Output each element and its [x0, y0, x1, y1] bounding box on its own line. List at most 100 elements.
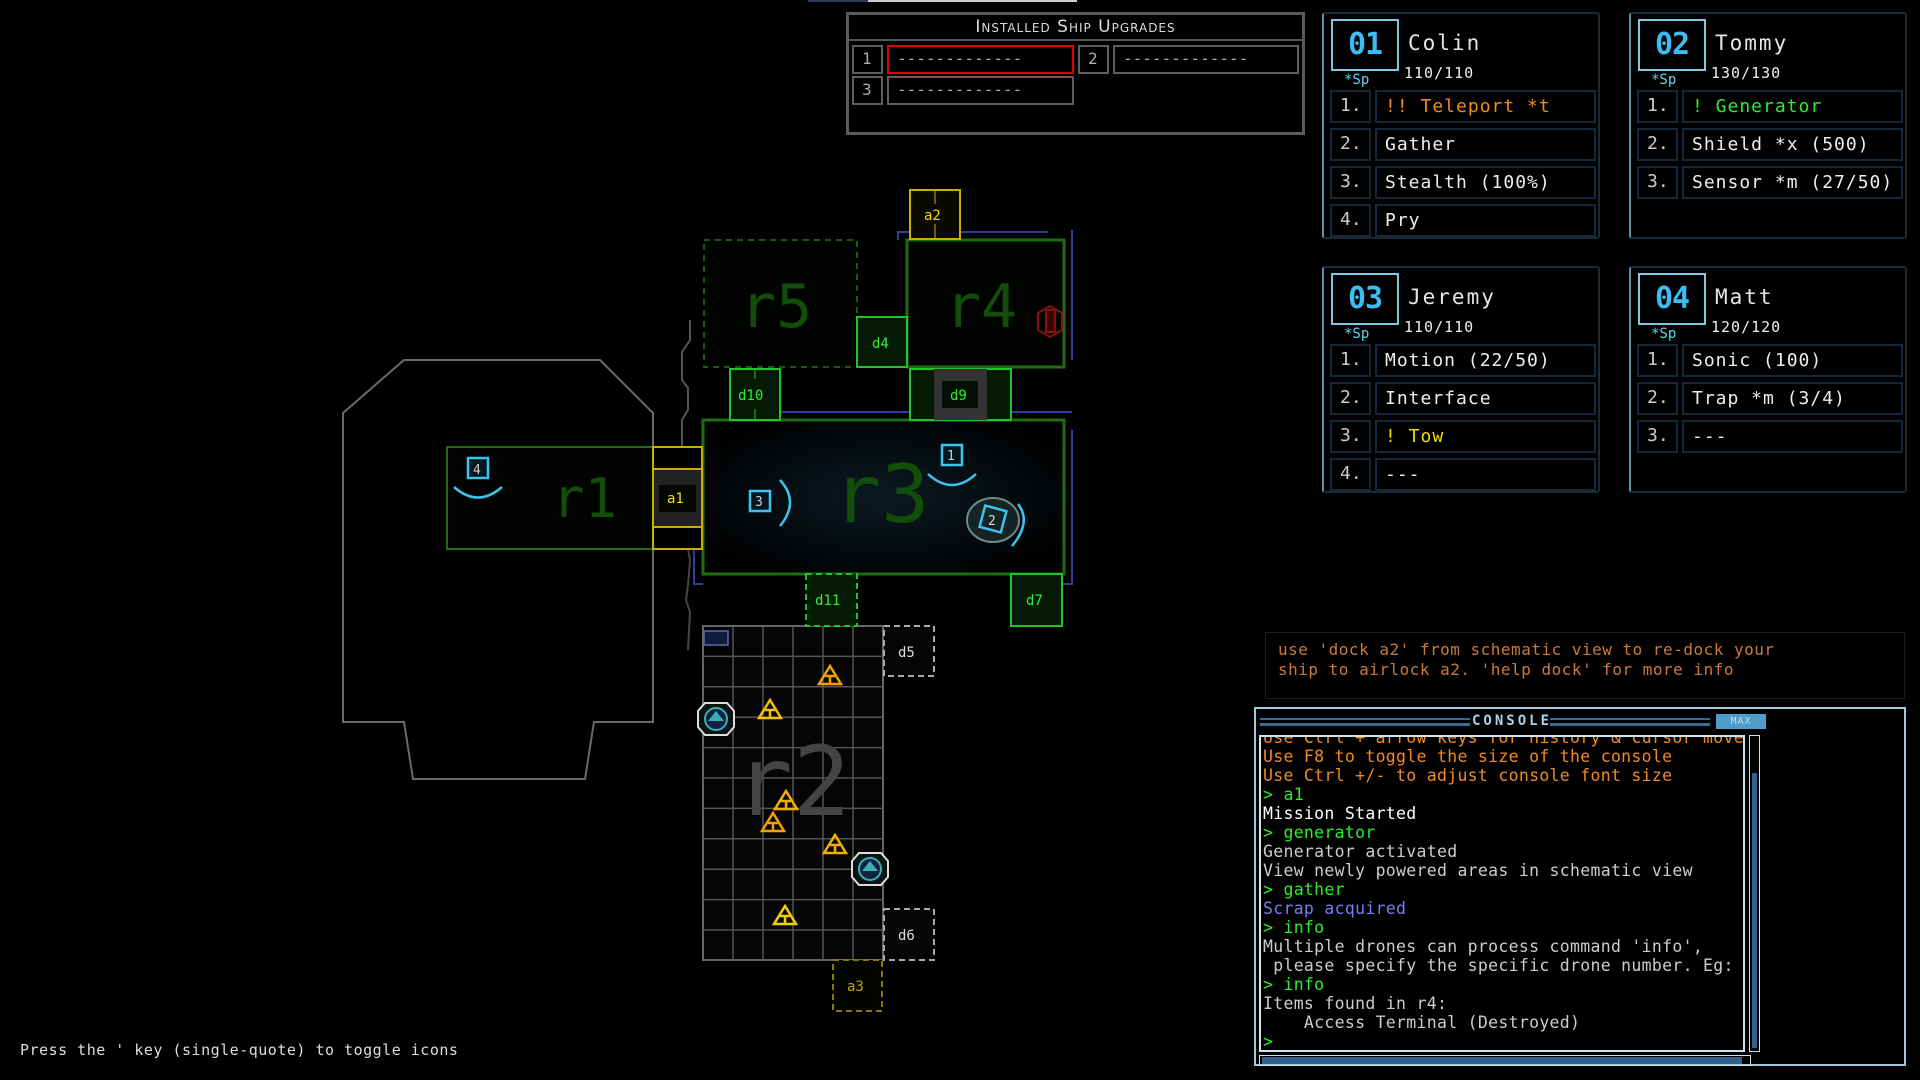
console-output: Use Ctrl + arrow keys for history & curs… [1259, 735, 1745, 1052]
console-line: Items found in r4: [1263, 994, 1448, 1013]
airlock-a1[interactable]: a1 [652, 446, 703, 550]
enemy-unit[interactable] [697, 702, 735, 736]
hint-line: ship to airlock a2. 'help dock' for more… [1278, 660, 1734, 679]
drone-name: Colin [1408, 31, 1482, 55]
door-d6[interactable]: d6 [883, 908, 935, 961]
door-d9[interactable]: d9 [909, 368, 1012, 421]
airlock-label: a1 [667, 491, 684, 507]
room-r4[interactable]: r4 [905, 238, 1066, 369]
drone-card-01[interactable]: 01 Colin 110/110 *Sp 1. !! Teleport *t 2… [1322, 12, 1600, 239]
console-panel: CONSOLE MAX Use Ctrl + arrow keys for hi… [1254, 707, 1906, 1066]
upgrade-slot-1[interactable]: ------------- [887, 45, 1074, 74]
skill-number: 2. [1330, 382, 1371, 415]
skill-label: --- [1682, 420, 1903, 453]
door-label: d10 [738, 388, 763, 404]
console-line: > [1263, 1032, 1274, 1051]
scrollbar-thumb[interactable] [1752, 773, 1757, 1048]
drone-skill-row[interactable]: 3. Stealth (100%) [1330, 166, 1596, 199]
drone-tag: *Sp [1344, 72, 1370, 88]
console-line: Use Ctrl + arrow keys for history & curs… [1263, 735, 1745, 747]
drone-health: 110/110 [1404, 318, 1475, 336]
drone-skill-row[interactable]: 3. --- [1637, 420, 1903, 453]
drone-card-03[interactable]: 03 Jeremy 110/110 *Sp 1. Motion (22/50) … [1322, 266, 1600, 493]
door-d10[interactable]: d10 [729, 368, 781, 421]
drone-health: 120/120 [1711, 318, 1782, 336]
drone-number-badge: 03 [1331, 273, 1399, 325]
drone-skill-row[interactable]: 1. Sonic (100) [1637, 344, 1903, 377]
drone-name: Jeremy [1408, 285, 1496, 309]
panel-title: Installed Ship Upgrades [849, 15, 1302, 41]
airlock-a2[interactable]: a2 [909, 189, 961, 240]
console-line: > info [1263, 918, 1325, 937]
drone-number: 1 [947, 449, 955, 464]
door-label: d4 [872, 336, 889, 352]
airlock-a3[interactable]: a3 [832, 959, 883, 1012]
console-scrollbar[interactable] [1749, 735, 1760, 1052]
drone-skill-row[interactable]: 3. Sensor *m (27/50) [1637, 166, 1903, 199]
umbilical-cable [681, 320, 691, 447]
drone-card-02[interactable]: 02 Tommy 130/130 *Sp 1. ! Generator 2. S… [1629, 12, 1907, 239]
upgrade-slot-2[interactable]: ------------- [1113, 45, 1299, 74]
drone-card-04[interactable]: 04 Matt 120/120 *Sp 1. Sonic (100) 2. Tr… [1629, 266, 1907, 493]
drone-skill-row[interactable]: 4. --- [1330, 458, 1596, 491]
drone-number-badge: 04 [1638, 273, 1706, 325]
console-line: Scrap acquired [1263, 899, 1407, 918]
player-ship-hull [342, 359, 654, 780]
umbilical-cable-lower [684, 548, 692, 651]
door-label: d7 [1026, 593, 1043, 609]
drone-skill-row[interactable]: 3. ! Tow [1330, 420, 1596, 453]
console-line: Generator activated [1263, 842, 1458, 861]
drone-number: 2 [988, 514, 996, 529]
drone-tag: *Sp [1344, 326, 1370, 342]
room-r2[interactable]: r2 [702, 625, 884, 961]
room-r5[interactable]: r5 [703, 239, 858, 368]
drone-skill-row[interactable]: 2. Gather [1330, 128, 1596, 161]
skill-label: ! Generator [1682, 90, 1903, 123]
drone-name: Matt [1715, 285, 1774, 309]
console-line: Use Ctrl +/- to adjust console font size [1263, 766, 1673, 785]
skill-number: 3. [1637, 420, 1678, 453]
drone-skill-row[interactable]: 1. ! Generator [1637, 90, 1903, 123]
enemy-unit[interactable] [851, 852, 889, 886]
skill-label: Sensor *m (27/50) [1682, 166, 1903, 199]
door-d7[interactable]: d7 [1010, 573, 1063, 627]
skill-number: 4. [1330, 204, 1371, 237]
room-label: r1 [552, 467, 617, 530]
skill-label: Trap *m (3/4) [1682, 382, 1903, 415]
door-label: d6 [898, 928, 915, 944]
toggle-icons-hint: Press the ' key (single-quote) to toggle… [20, 1041, 459, 1059]
drone-skill-row[interactable]: 2. Shield *x (500) [1637, 128, 1903, 161]
drone-skill-row[interactable]: 1. Motion (22/50) [1330, 344, 1596, 377]
skill-number: 1. [1330, 90, 1371, 123]
room-label: r3 [833, 448, 929, 541]
skill-number: 1. [1637, 344, 1678, 377]
console-input-bar[interactable] [1259, 1055, 1751, 1066]
drone-name: Tommy [1715, 31, 1789, 55]
console-line: > generator [1263, 823, 1376, 842]
door-d5[interactable]: d5 [883, 625, 935, 677]
drone-number: 3 [755, 495, 763, 510]
drone-skill-row[interactable]: 1. !! Teleport *t [1330, 90, 1596, 123]
console-title: CONSOLE [1472, 713, 1553, 729]
console-max-button[interactable]: MAX [1716, 714, 1766, 729]
console-line: > gather [1263, 880, 1345, 899]
drone-skill-row[interactable]: 2. Interface [1330, 382, 1596, 415]
console-line: > info [1263, 975, 1325, 994]
vent-icon [703, 630, 729, 646]
drone-number: 4 [473, 463, 481, 478]
skill-number: 3. [1330, 420, 1371, 453]
room-label: r4 [945, 272, 1017, 342]
hint-line: use 'dock a2' from schematic view to re-… [1278, 640, 1775, 659]
door-d11[interactable]: d11 [805, 573, 858, 627]
upgrade-slot-3[interactable]: ------------- [887, 76, 1074, 105]
console-line: please specify the specific drone number… [1263, 956, 1745, 975]
skill-label: Interface [1375, 382, 1596, 415]
skill-number: 1. [1330, 344, 1371, 377]
console-line: Mission Started [1263, 804, 1417, 823]
skill-number: 1. [1637, 90, 1678, 123]
airlock-label: a2 [924, 208, 941, 224]
door-d4[interactable]: d4 [856, 316, 908, 368]
drone-skill-row[interactable]: 2. Trap *m (3/4) [1637, 382, 1903, 415]
installed-ship-upgrades-panel: Installed Ship Upgrades 1 ------------- … [846, 12, 1305, 135]
drone-skill-row[interactable]: 4. Pry [1330, 204, 1596, 237]
